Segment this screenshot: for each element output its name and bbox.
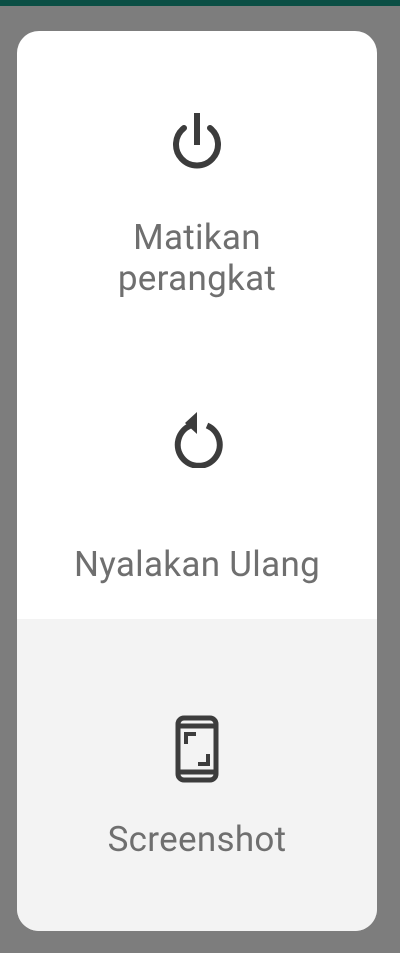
power-off-label-line2: perangkat xyxy=(117,258,277,299)
power-off-label-line1: Matikan xyxy=(133,217,261,258)
power-menu-dialog: Matikan perangkat Nyalakan Ulang Screens… xyxy=(17,31,377,931)
screenshot-icon xyxy=(175,715,219,783)
screenshot-button[interactable]: Screenshot xyxy=(17,619,377,931)
screenshot-label: Screenshot xyxy=(107,819,287,860)
restart-icon xyxy=(174,412,223,468)
power-off-button[interactable]: Matikan perangkat xyxy=(17,31,377,318)
status-bar-strip xyxy=(0,0,400,6)
restart-label: Nyalakan Ulang xyxy=(73,544,321,585)
restart-button[interactable]: Nyalakan Ulang xyxy=(17,318,377,618)
power-icon xyxy=(173,113,221,169)
power-off-label: Matikan perangkat xyxy=(17,217,377,299)
